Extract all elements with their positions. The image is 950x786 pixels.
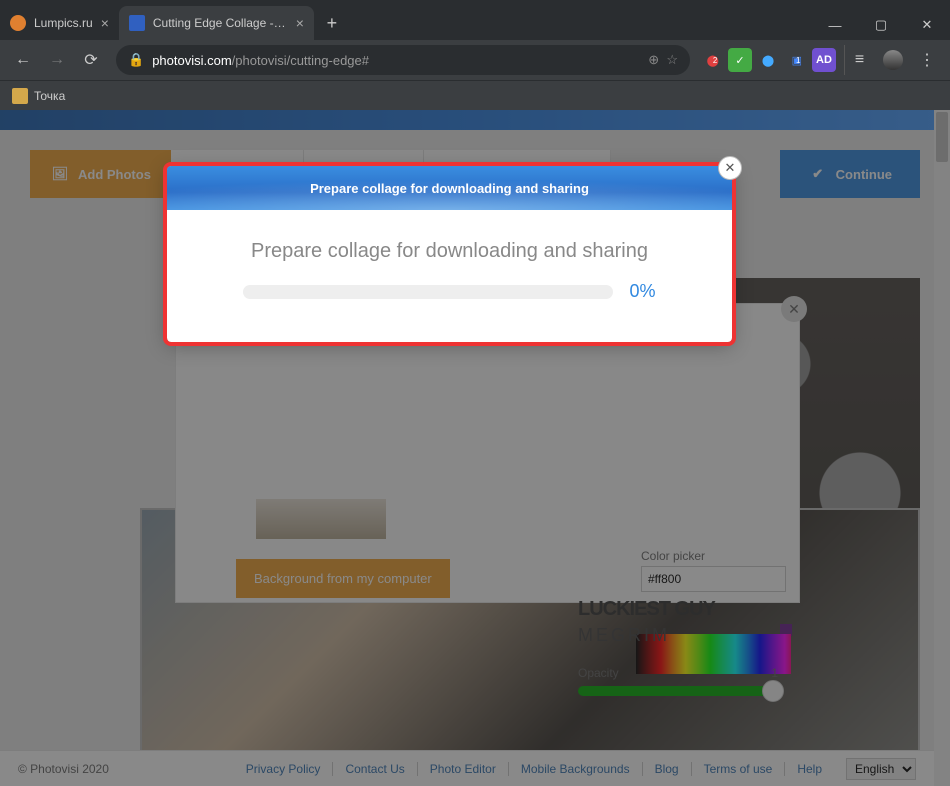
back-button[interactable]: ← [8, 45, 38, 75]
modal-header: Prepare collage for downloading and shar… [167, 166, 732, 210]
extension-icon[interactable]: ⬤2 [700, 48, 724, 72]
bookmark-label: Точка [34, 89, 65, 103]
maximize-button[interactable]: ▢ [858, 10, 904, 40]
modal-message: Prepare collage for downloading and shar… [207, 240, 692, 263]
extension-icon[interactable]: ▣1 [784, 48, 808, 72]
browser-nav-bar: ← → ⟳ 🔒 photovisi.com/photovisi/cutting-… [0, 40, 950, 80]
close-modal-button[interactable]: ✕ [718, 156, 742, 180]
bookmarks-bar: Точка [0, 80, 950, 110]
window-controls: — ▢ ✕ [812, 10, 950, 40]
lock-icon: 🔒 [128, 52, 144, 68]
extension-icon[interactable]: ⬤ [756, 48, 780, 72]
browser-tab[interactable]: Lumpics.ru × [0, 6, 119, 40]
star-icon[interactable]: ⊕ ☆ [648, 52, 678, 68]
url-host: photovisi.com [152, 53, 231, 68]
menu-button[interactable]: ⋮ [912, 45, 942, 75]
reading-list-icon[interactable]: ≡ [844, 45, 874, 75]
tab-title: Lumpics.ru [34, 16, 93, 30]
folder-icon [12, 88, 28, 104]
bookmark-item[interactable]: Точка [12, 88, 65, 104]
progress-bar [243, 285, 613, 299]
browser-titlebar: Lumpics.ru × Cutting Edge Collage - Fun … [0, 0, 950, 40]
modal-title: Prepare collage for downloading and shar… [310, 181, 589, 196]
browser-tab-active[interactable]: Cutting Edge Collage - Fun | Pho × [119, 6, 314, 40]
forward-button[interactable]: → [42, 45, 72, 75]
extension-icon[interactable]: ✓ [728, 48, 752, 72]
progress-row: 0% [207, 281, 692, 302]
download-modal: ✕ Prepare collage for downloading and sh… [167, 166, 732, 342]
page-viewport: 🖼 Add Photos ◆ Add Shape A Add Text ▣ Ch… [0, 110, 950, 786]
reload-button[interactable]: ⟳ [76, 45, 106, 75]
close-window-button[interactable]: ✕ [904, 10, 950, 40]
minimize-button[interactable]: — [812, 10, 858, 40]
url-bar[interactable]: 🔒 photovisi.com/photovisi/cutting-edge# … [116, 45, 690, 75]
url-path: /photovisi/cutting-edge# [232, 53, 369, 68]
extension-icon[interactable]: AD [812, 48, 836, 72]
favicon-icon [10, 15, 26, 31]
modal-body: Prepare collage for downloading and shar… [167, 210, 732, 342]
close-icon[interactable]: × [296, 15, 304, 31]
tab-title: Cutting Edge Collage - Fun | Pho [153, 16, 288, 30]
close-icon[interactable]: × [101, 15, 109, 31]
favicon-icon [129, 15, 145, 31]
progress-percent: 0% [629, 281, 655, 302]
new-tab-button[interactable]: + [318, 13, 346, 40]
profile-avatar[interactable] [878, 45, 908, 75]
